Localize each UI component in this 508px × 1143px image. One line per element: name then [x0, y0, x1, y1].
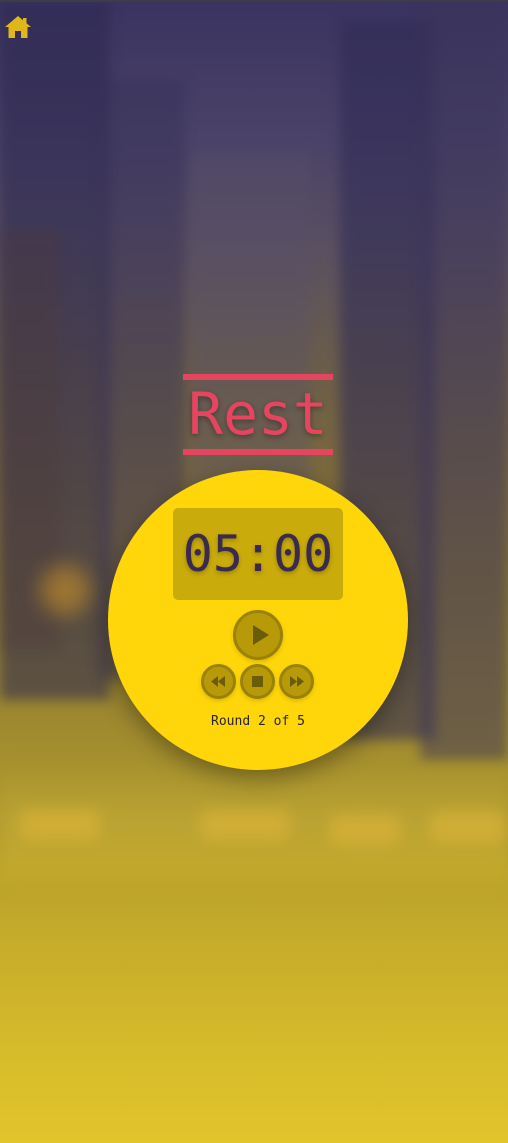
play-button[interactable]	[233, 610, 283, 660]
phase-label: Rest	[188, 380, 328, 448]
play-icon	[253, 625, 269, 645]
top-border	[0, 0, 508, 2]
background-building	[420, 0, 508, 760]
fast-forward-icon	[290, 676, 304, 687]
time-readout: 05:00	[182, 525, 334, 583]
background-taxi	[200, 810, 290, 840]
home-button[interactable]	[4, 14, 32, 40]
phase-heading: Rest	[183, 374, 333, 455]
fast-forward-button[interactable]	[279, 664, 314, 699]
background-light	[40, 565, 90, 615]
time-display: 05:00	[173, 508, 343, 600]
stop-icon	[252, 676, 263, 687]
background-taxi	[330, 815, 400, 845]
rewind-button[interactable]	[201, 664, 236, 699]
background-taxi	[20, 810, 100, 840]
home-icon	[5, 16, 31, 38]
round-counter: Round 2 of 5	[211, 714, 305, 729]
background-taxi	[430, 812, 505, 842]
stop-button[interactable]	[240, 664, 275, 699]
heading-rule-bottom	[183, 449, 333, 455]
rewind-icon	[211, 676, 225, 687]
timer-dial: 05:00 Round 2 of 5	[108, 470, 408, 770]
